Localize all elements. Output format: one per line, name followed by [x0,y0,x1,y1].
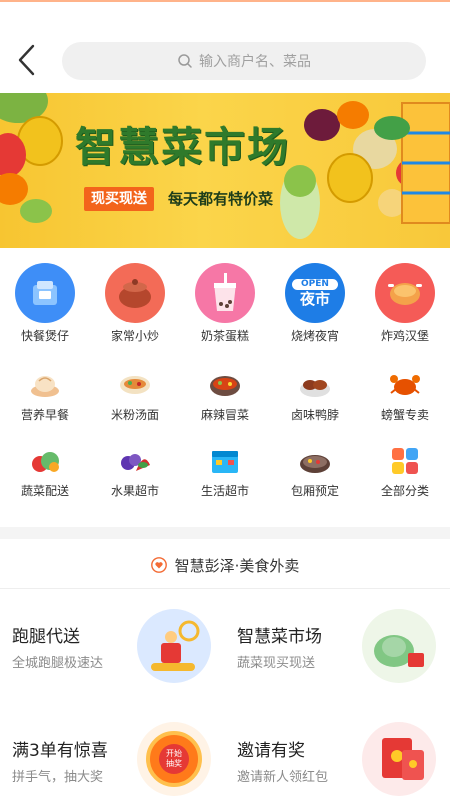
section-divider [0,527,450,539]
section-title: 智慧彭泽·美食外卖 [174,556,300,575]
lottery-icon: 开始 抽奖 [137,722,211,796]
promo-subtitle: 邀请新人领红包 [237,770,329,785]
category-fast-food[interactable]: 快餐煲仔 [0,263,90,344]
promo-banner[interactable]: 智慧菜市场 现买现送 每天都有特价菜 [0,93,450,248]
category-label: 营养早餐 [20,408,69,422]
promo-title: 跑腿代送 [12,627,80,647]
heart-icon [150,557,167,573]
noodle-icon [118,368,152,402]
banner-slogan: 每天都有特价菜 [168,190,274,208]
category-braised-duck[interactable]: 卤味鸭脖 [270,368,360,423]
promo-lottery[interactable]: 满3单有惊喜 拼手气，抽大奖 开始 抽奖 [0,706,225,800]
banner-tag: 现买现送 [84,187,154,211]
crab-icon [388,368,422,402]
promo-courier[interactable]: 跑腿代送 全城跑腿极速达 [0,596,225,696]
night-market-icon: OPEN 夜市 [285,263,345,323]
category-fried-chicken[interactable]: 炸鸡汉堡 [360,263,450,344]
category-home-cooking[interactable]: 家常小炒 [90,263,180,344]
lottery-badge-line1: 开始 [166,749,182,759]
search-input[interactable]: 输入商户名、菜品 [62,42,426,80]
spicy-pot-icon [208,368,242,402]
category-label: 蔬菜配送 [20,484,69,498]
banner-title: 智慧菜市场 [75,123,290,171]
promo-subtitle: 蔬菜现买现送 [237,656,316,671]
category-label: 家常小炒 [110,329,159,343]
category-fruit[interactable]: 水果超市 [90,444,180,499]
night-market-text: 夜市 [299,290,330,308]
promo-invite[interactable]: 邀请有奖 邀请新人领红包 [225,706,450,800]
courier-icon [137,609,211,683]
back-button[interactable] [6,40,46,80]
section-rule [0,588,450,589]
vegetable-icon [28,444,62,478]
fruit-icon [118,444,152,478]
fast-food-icon [15,263,75,323]
category-label: 包厢预定 [290,484,339,498]
category-label: 快餐煲仔 [20,329,69,343]
category-crab[interactable]: 螃蟹专卖 [360,368,450,423]
category-grid: 快餐煲仔 家常小炒 奶茶蛋糕 OPEN 夜市 烧烤夜宵 炸鸡汉堡 营养早餐 米粉… [0,248,450,520]
promo-subtitle: 拼手气，抽大奖 [12,770,104,785]
category-label: 卤味鸭脖 [290,408,339,422]
all-categories-icon [388,444,422,478]
category-label: 奶茶蛋糕 [200,329,249,343]
category-all[interactable]: 全部分类 [360,444,450,499]
category-bbq-night[interactable]: OPEN 夜市 烧烤夜宵 [270,263,360,344]
category-private-room[interactable]: 包厢预定 [270,444,360,499]
top-accent-line [0,0,450,2]
milk-tea-icon [195,263,255,323]
category-label: 全部分类 [380,484,429,498]
category-noodles[interactable]: 米粉汤面 [90,368,180,423]
category-label: 炸鸡汉堡 [380,329,429,343]
category-spicy-pot[interactable]: 麻辣冒菜 [180,368,270,423]
category-label: 烧烤夜宵 [290,329,339,343]
promo-subtitle: 全城跑腿极速达 [12,656,104,671]
category-milk-tea[interactable]: 奶茶蛋糕 [180,263,270,344]
supermarket-icon [208,444,242,478]
promo-veg-market[interactable]: 智慧菜市场 蔬菜现买现送 [225,596,450,696]
category-breakfast[interactable]: 营养早餐 [0,368,90,423]
vegetable-basket-icon [362,609,436,683]
lottery-badge-line2: 抽奖 [166,759,182,768]
open-sign: OPEN [292,279,338,290]
category-label: 米粉汤面 [110,408,159,422]
category-label: 水果超市 [110,484,159,498]
promo-title: 邀请有奖 [237,741,305,761]
section-header: 智慧彭泽·美食外卖 [0,548,450,582]
top-bar: 输入商户名、菜品 [0,0,450,93]
fried-chicken-icon [375,263,435,323]
promo-title: 满3单有惊喜 [12,741,108,761]
category-label: 生活超市 [200,484,249,498]
category-supermarket[interactable]: 生活超市 [180,444,270,499]
private-room-icon [298,444,332,478]
search-icon [178,54,192,68]
braised-duck-icon [298,368,332,402]
category-label: 螃蟹专卖 [380,408,429,422]
category-vegetables[interactable]: 蔬菜配送 [0,444,90,499]
category-label: 麻辣冒菜 [200,408,249,422]
breakfast-icon [28,368,62,402]
clay-pot-icon [105,263,165,323]
promo-title: 智慧菜市场 [237,627,322,647]
chevron-left-icon [18,44,35,76]
search-placeholder: 输入商户名、菜品 [199,54,311,70]
red-packet-icon [362,722,436,796]
